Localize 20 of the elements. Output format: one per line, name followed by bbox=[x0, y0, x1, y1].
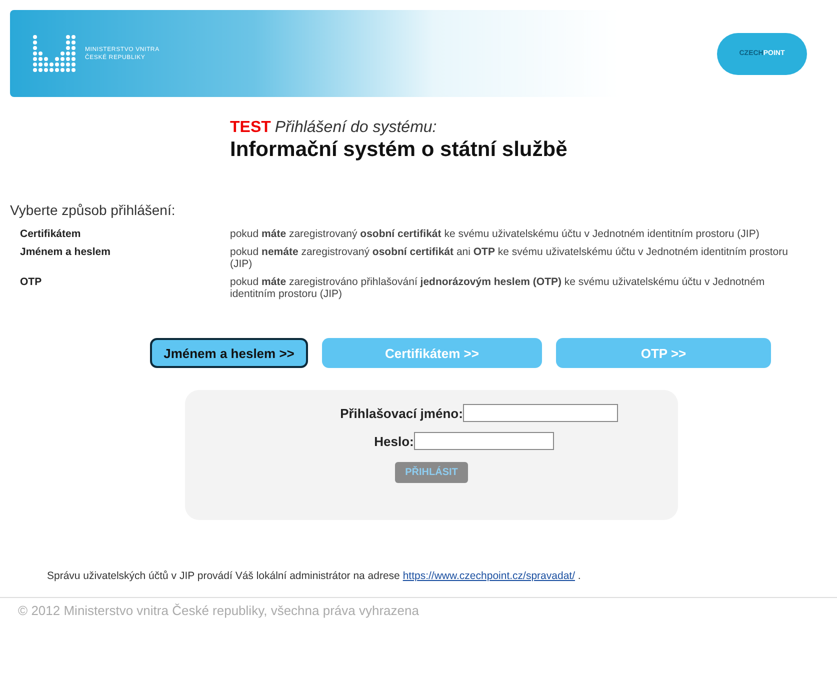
page-subtitle: TEST Přihlášení do systému: bbox=[230, 119, 438, 137]
admin-notice: Správu uživatelských účtů v JIP provádí Váš lokální administrátor na adrese https://www.czechpoint.cz/spravadat/ . bbox=[47, 570, 582, 582]
method-description: pokud nemáte zaregistrovaný osobní certifikát ani OTP ke svému uživatelskému účtu v Jednotném identitním prostoru (JIP) bbox=[230, 246, 789, 270]
field-label: Přihlašovací jméno: bbox=[340, 406, 463, 420]
dotted-logo-icon bbox=[32, 34, 77, 74]
method-description: pokud máte zaregistrováno přihlašování jednorázovým heslem (OTP) ke svému uživatelskému účtu v Jednotném identitním prostoru (JIP) bbox=[230, 276, 766, 300]
login-prompt: Vyberte způsob přihlášení: bbox=[10, 202, 176, 218]
method-name: OTP bbox=[20, 276, 43, 290]
login-method-tab[interactable]: Certifikátem >> bbox=[322, 338, 542, 368]
page-heading: Informační systém o státní službě bbox=[230, 138, 568, 162]
input-field[interactable] bbox=[414, 432, 554, 450]
method-name: Certifikátem bbox=[20, 228, 82, 240]
login-method-tab[interactable]: Jménem a heslem >> bbox=[150, 338, 308, 368]
method-name: Jménem a heslem bbox=[20, 246, 112, 260]
copyright-text: © 2012 Ministerstvo vnitra České republiky, všechna práva vyhrazena bbox=[0, 597, 837, 618]
admin-link[interactable]: https://www.czechpoint.cz/spravadat/ bbox=[402, 570, 575, 582]
field-label: Heslo: bbox=[374, 434, 414, 448]
input-field[interactable] bbox=[462, 404, 618, 422]
method-description: pokud máte zaregistrovaný osobní certifikát ke svému uživatelskému účtu v Jednotném identitním prostoru (JIP) bbox=[230, 228, 760, 240]
login-method-tab[interactable]: OTP >> bbox=[556, 338, 771, 368]
